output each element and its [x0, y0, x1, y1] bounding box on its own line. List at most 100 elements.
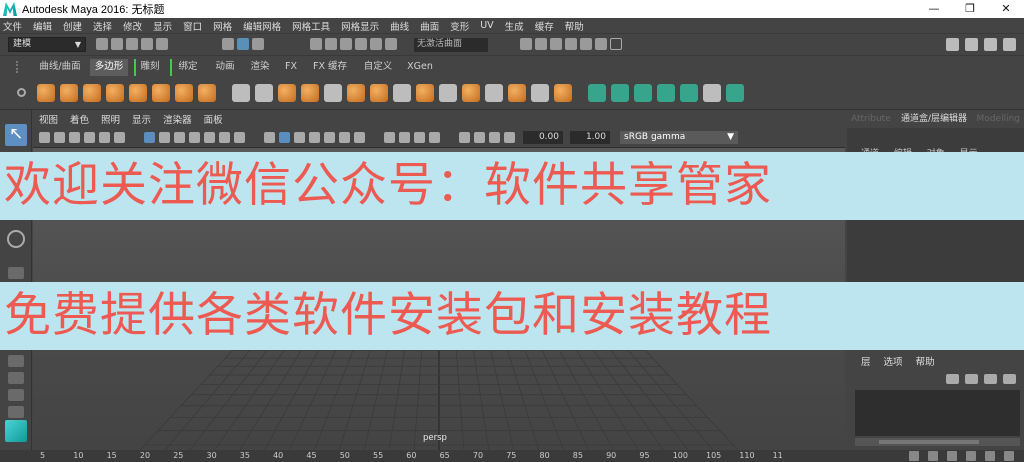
smooth-shade-icon[interactable] [279, 132, 290, 143]
hypershade-icon[interactable] [580, 38, 592, 50]
isolate-select-icon[interactable] [459, 132, 470, 143]
poly-plane-icon[interactable] [129, 84, 147, 102]
textured-icon[interactable] [324, 132, 335, 143]
tab-xgen[interactable]: XGen [402, 59, 438, 76]
menu-generate[interactable]: 生成 [505, 19, 524, 33]
tool-settings-icon[interactable] [984, 38, 997, 51]
new-layer-icon[interactable] [984, 374, 997, 384]
tab-curves-surfaces[interactable]: 曲线/曲面 [34, 59, 86, 76]
menu-edit[interactable]: 编辑 [33, 19, 52, 33]
layer-menu-options[interactable]: 选项 [884, 357, 903, 368]
motion-blur-icon[interactable] [399, 132, 410, 143]
xray-icon[interactable] [474, 132, 485, 143]
viewport-menu-renderer[interactable]: 渲染器 [163, 112, 192, 126]
wireframe-on-shaded-icon[interactable] [309, 132, 320, 143]
object-mode-icon[interactable] [237, 38, 249, 50]
resolution-gate-icon[interactable] [174, 132, 185, 143]
camera-attributes-icon[interactable] [54, 132, 65, 143]
drag-handle-icon[interactable] [16, 61, 24, 73]
menu-create[interactable]: 创建 [63, 19, 82, 33]
menu-help[interactable]: 帮助 [565, 19, 584, 33]
snap-grid-icon[interactable] [310, 38, 322, 50]
use-all-lights-icon[interactable] [339, 132, 350, 143]
booleans-icon[interactable] [301, 84, 319, 102]
tab-rigging[interactable]: 绑定 [170, 59, 204, 76]
layer-list[interactable] [855, 390, 1020, 436]
menu-deform[interactable]: 变形 [450, 19, 469, 33]
render-globals-icon[interactable] [595, 38, 607, 50]
screen-space-ao-icon[interactable] [384, 132, 395, 143]
safe-action-icon[interactable] [219, 132, 230, 143]
side-by-side-layout-icon[interactable] [8, 389, 24, 401]
make-live-icon[interactable] [385, 38, 397, 50]
outliner-layout-icon[interactable] [8, 406, 24, 418]
layout-uv-icon[interactable] [680, 84, 698, 102]
reduce-icon[interactable] [347, 84, 365, 102]
tab-custom[interactable]: 自定义 [358, 59, 398, 76]
poly-cylinder-icon[interactable] [83, 84, 101, 102]
planar-uv-icon[interactable] [588, 84, 606, 102]
select-camera-icon[interactable] [39, 132, 50, 143]
poly-sphere-icon[interactable] [37, 84, 55, 102]
four-view-layout-icon[interactable] [8, 372, 24, 384]
extract-icon[interactable] [278, 84, 296, 102]
texture-border-icon[interactable] [726, 84, 744, 102]
modeling-toolkit-icon[interactable] [946, 38, 959, 51]
menu-file[interactable]: 文件 [3, 19, 22, 33]
menu-curves[interactable]: 曲线 [390, 19, 409, 33]
image-plane-icon[interactable] [84, 132, 95, 143]
tab-fx[interactable]: FX [278, 59, 304, 76]
step-forward-icon[interactable] [985, 451, 995, 461]
insert-edge-loop-icon[interactable] [485, 84, 503, 102]
tab-sculpting[interactable]: 雕刻 [134, 59, 164, 76]
gate-mask-icon[interactable] [189, 132, 200, 143]
menu-mesh-display[interactable]: 网格显示 [341, 19, 379, 33]
last-tool-icon[interactable] [8, 267, 24, 279]
bevel-icon[interactable] [462, 84, 480, 102]
tab-polygons[interactable]: 多边形 [90, 59, 128, 76]
layer-scrollbar[interactable] [855, 438, 1020, 446]
soft-select-icon[interactable] [7, 230, 25, 248]
snap-view-plane-icon[interactable] [355, 38, 367, 50]
play-backwards-icon[interactable] [947, 451, 957, 461]
color-space-dropdown[interactable]: sRGB gamma ▼ [620, 131, 738, 144]
grease-pencil-icon[interactable] [114, 132, 125, 143]
poly-cube-icon[interactable] [60, 84, 78, 102]
step-back-icon[interactable] [928, 451, 938, 461]
unfold-uv-icon[interactable] [657, 84, 675, 102]
mirror-icon[interactable] [370, 84, 388, 102]
poly-pipe-icon[interactable] [198, 84, 216, 102]
bookmarks-icon[interactable] [69, 132, 80, 143]
undo-icon[interactable] [141, 38, 153, 50]
channel-box-icon[interactable] [1003, 38, 1016, 51]
wireframe-icon[interactable] [264, 132, 275, 143]
default-material-icon[interactable] [294, 132, 305, 143]
menu-set-dropdown[interactable]: 建模 ▼ [8, 37, 86, 52]
render-settings-icon[interactable] [520, 38, 532, 50]
modelling-toolkit-tab[interactable]: Modelling [977, 110, 1020, 128]
field-chart-icon[interactable] [204, 132, 215, 143]
attribute-editor-icon[interactable] [965, 38, 978, 51]
viewport-menu-view[interactable]: 视图 [39, 112, 58, 126]
render-view-icon[interactable] [535, 38, 547, 50]
layer-menu-help[interactable]: 帮助 [916, 357, 935, 368]
snap-point-icon[interactable] [340, 38, 352, 50]
merge-icon[interactable] [554, 84, 572, 102]
move-layer-down-icon[interactable] [965, 374, 978, 384]
menu-display[interactable]: 显示 [153, 19, 172, 33]
open-scene-icon[interactable] [111, 38, 123, 50]
go-to-start-icon[interactable] [909, 451, 919, 461]
2d-pan-zoom-icon[interactable] [99, 132, 110, 143]
maya-home-icon[interactable] [5, 420, 27, 442]
hierarchy-mode-icon[interactable] [222, 38, 234, 50]
new-scene-icon[interactable] [96, 38, 108, 50]
exposure-field[interactable]: 0.00 [523, 131, 563, 144]
viewport-menu-panels[interactable]: 面板 [204, 112, 223, 126]
checker-map-icon[interactable] [703, 84, 721, 102]
maximize-button[interactable]: ❐ [952, 0, 988, 18]
menu-uv[interactable]: UV [480, 20, 493, 31]
viewport-menu-lighting[interactable]: 照明 [101, 112, 120, 126]
new-layer-selected-icon[interactable] [1003, 374, 1016, 384]
close-button[interactable]: ✕ [988, 0, 1024, 18]
snap-curve-icon[interactable] [325, 38, 337, 50]
